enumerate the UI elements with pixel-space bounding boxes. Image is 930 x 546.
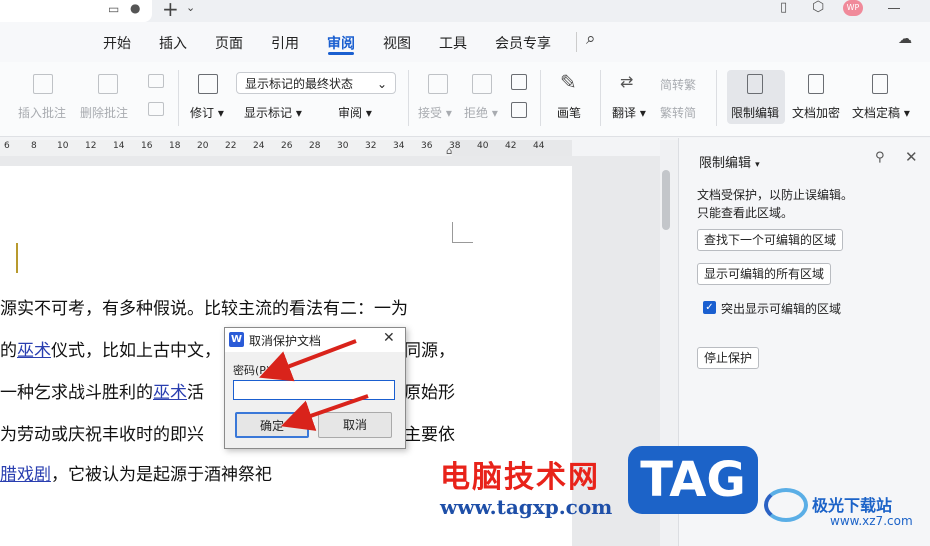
arrow-to-ok bbox=[280, 394, 369, 431]
tag-logo: TAG bbox=[628, 446, 758, 514]
watermark-site-url: www.xz7.com bbox=[830, 514, 913, 528]
watermark-site: 极光下载站 bbox=[812, 496, 893, 515]
watermark-text: 电脑技术网 bbox=[440, 460, 600, 495]
aurora-logo-icon bbox=[764, 488, 808, 522]
watermark-url: www.tagxp.com bbox=[440, 495, 613, 519]
arrow-to-password bbox=[259, 339, 357, 382]
